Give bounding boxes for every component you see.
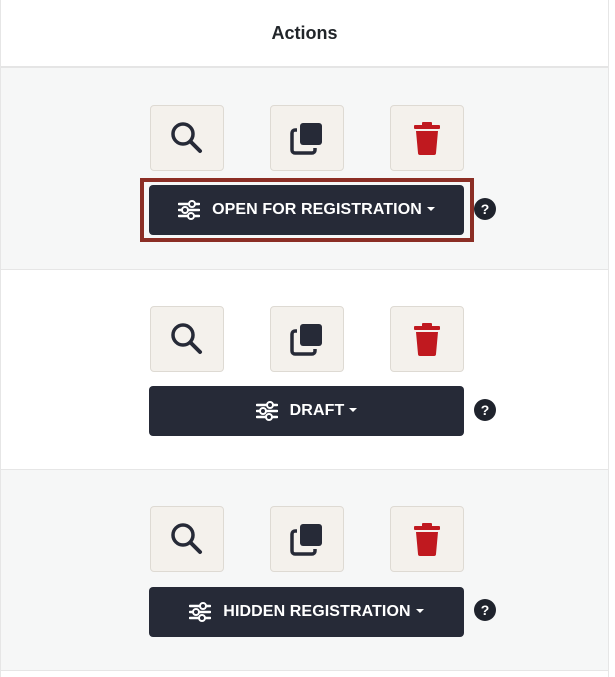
- status-label: HIDDEN REGISTRATION: [223, 603, 411, 620]
- status-dropdown-button[interactable]: HIDDEN REGISTRATION: [149, 587, 464, 637]
- trash-icon: [412, 521, 442, 557]
- help-label: ?: [480, 602, 490, 618]
- copy-icon: [289, 321, 325, 357]
- actions-table: Actions OPEN FOR REGISTRATION ? DRAFT ? …: [0, 0, 609, 677]
- status-dropdown-button[interactable]: DRAFT: [149, 386, 464, 436]
- copy-button[interactable]: [270, 506, 344, 572]
- copy-icon: [289, 521, 325, 557]
- delete-button[interactable]: [390, 105, 464, 171]
- help-label: ?: [480, 201, 490, 217]
- sliders-icon: [178, 200, 201, 220]
- actions-column-header: Actions: [1, 0, 608, 68]
- table-row: HIDDEN REGISTRATION ?: [1, 470, 608, 671]
- copy-button[interactable]: [270, 306, 344, 372]
- trash-icon: [412, 120, 442, 156]
- search-icon: [169, 321, 205, 357]
- status-dropdown-button[interactable]: OPEN FOR REGISTRATION: [149, 185, 464, 235]
- status-label: OPEN FOR REGISTRATION: [212, 201, 422, 218]
- view-button[interactable]: [150, 306, 224, 372]
- search-icon: [169, 521, 205, 557]
- help-label: ?: [480, 402, 490, 418]
- sliders-icon: [255, 401, 278, 421]
- sliders-icon: [189, 602, 212, 622]
- copy-button[interactable]: [270, 105, 344, 171]
- table-row: DRAFT ?: [1, 270, 608, 470]
- status-label: DRAFT: [289, 402, 345, 419]
- delete-button[interactable]: [390, 506, 464, 572]
- caret-down-icon: [349, 408, 358, 412]
- view-button[interactable]: [150, 105, 224, 171]
- search-icon: [169, 120, 205, 156]
- trash-icon: [412, 321, 442, 357]
- caret-down-icon: [415, 609, 424, 613]
- view-button[interactable]: [150, 506, 224, 572]
- actions-header-label: Actions: [271, 22, 338, 43]
- table-row: OPEN FOR REGISTRATION ?: [1, 68, 608, 270]
- question-circle-icon[interactable]: ?: [474, 599, 496, 621]
- copy-icon: [289, 120, 325, 156]
- question-circle-icon[interactable]: ?: [474, 399, 496, 421]
- caret-down-icon: [426, 207, 435, 211]
- delete-button[interactable]: [390, 306, 464, 372]
- question-circle-icon[interactable]: ?: [474, 198, 496, 220]
